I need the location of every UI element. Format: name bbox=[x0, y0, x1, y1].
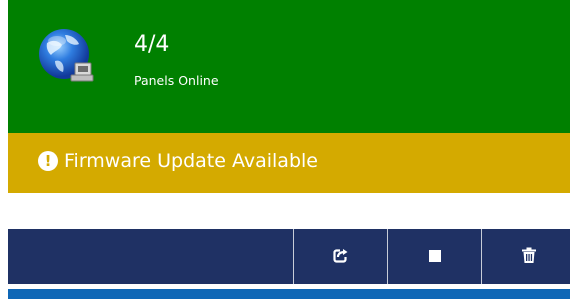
delete-button[interactable] bbox=[481, 229, 570, 284]
stop-icon bbox=[428, 247, 441, 266]
stop-button[interactable] bbox=[387, 229, 481, 284]
panels-online-label: Panels Online bbox=[134, 73, 219, 88]
panels-online-count: 4/4 bbox=[134, 32, 170, 57]
firmware-update-text[interactable]: Firmware Update Available bbox=[64, 149, 318, 173]
selected-row-bar[interactable] bbox=[8, 289, 570, 299]
exclamation-circle-icon: ! bbox=[38, 151, 58, 171]
globe-network-icon bbox=[35, 25, 97, 87]
export-button[interactable] bbox=[293, 229, 387, 284]
share-export-icon bbox=[332, 247, 349, 267]
trash-icon bbox=[521, 247, 536, 267]
